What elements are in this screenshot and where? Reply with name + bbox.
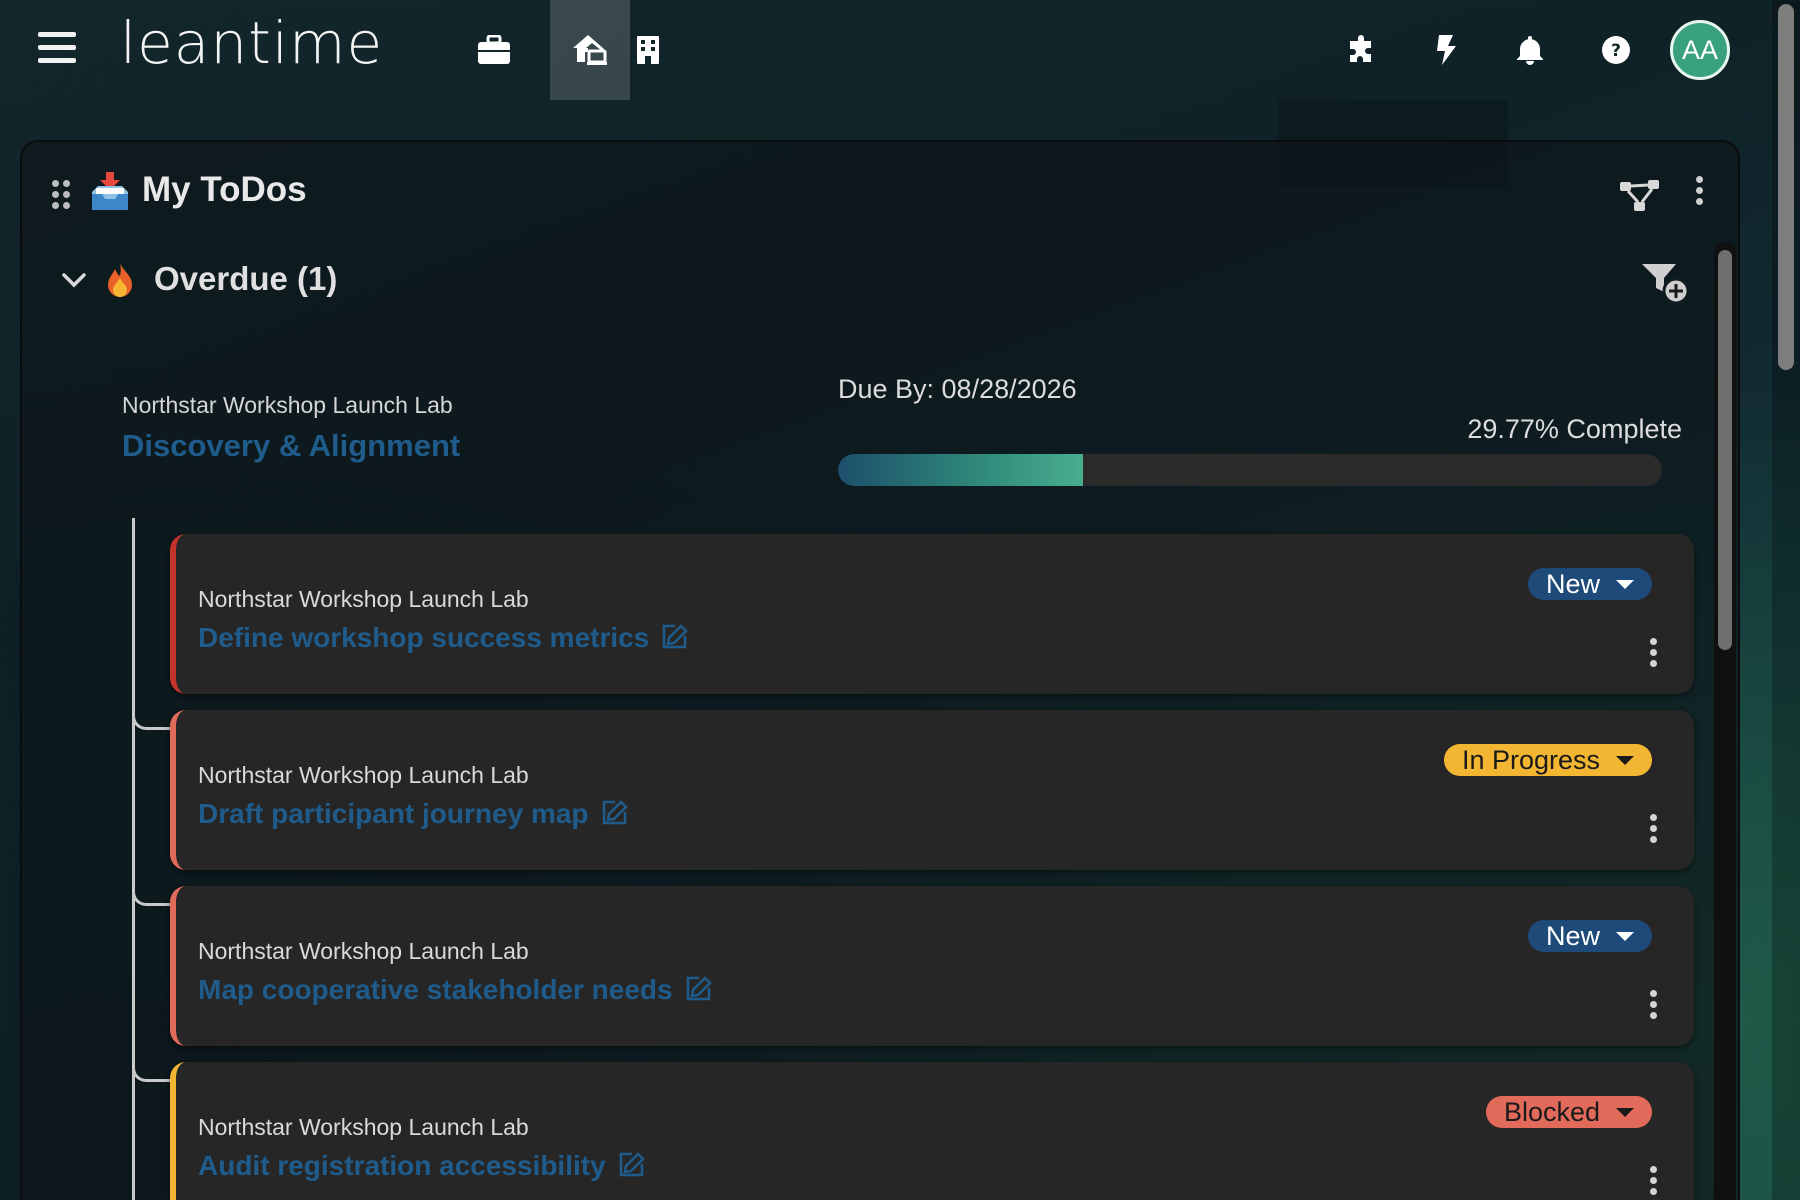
caret-down-icon[interactable]: [1616, 756, 1634, 765]
task-more-options-icon[interactable]: [1646, 990, 1660, 1024]
task-card[interactable]: Northstar Workshop Launch Lab Map cooper…: [170, 886, 1694, 1046]
task-title-link[interactable]: Audit registration accessibility: [198, 1150, 646, 1182]
page-scrollbar[interactable]: [1772, 0, 1800, 1200]
task-title-text[interactable]: Define workshop success metrics: [198, 622, 649, 653]
inbox-download-icon: [92, 172, 128, 210]
drag-handle-icon[interactable]: [52, 180, 74, 210]
widget-scrollbar-thumb[interactable]: [1718, 250, 1732, 650]
hamburger-menu-icon[interactable]: [38, 32, 76, 66]
task-project-name: Northstar Workshop Launch Lab: [198, 938, 529, 964]
svg-text:?: ?: [1611, 41, 1621, 61]
edit-icon[interactable]: [685, 974, 713, 1002]
status-label[interactable]: New: [1546, 921, 1600, 951]
group-title[interactable]: Overdue (1): [154, 260, 337, 298]
task-title-link[interactable]: Define workshop success metrics: [198, 622, 689, 654]
task-title-link[interactable]: Map cooperative stakeholder needs: [198, 974, 713, 1006]
milestone-project-name: Northstar Workshop Launch Lab: [122, 392, 453, 418]
task-card[interactable]: Northstar Workshop Launch Lab Define wor…: [170, 534, 1694, 694]
status-dropdown[interactable]: New: [1527, 568, 1652, 600]
caret-down-icon[interactable]: [1616, 580, 1634, 589]
edit-icon[interactable]: [601, 798, 629, 826]
milestone-progress-bar: [838, 454, 1662, 486]
edit-icon[interactable]: [661, 622, 689, 650]
status-dropdown[interactable]: In Progress: [1443, 744, 1652, 776]
milestone-due-date: Due By: 08/28/2026: [838, 374, 1077, 404]
fire-icon: [108, 263, 132, 297]
page-scrollbar-thumb[interactable]: [1778, 4, 1794, 370]
group-by-hierarchy-icon[interactable]: [1618, 178, 1662, 214]
chevron-down-icon[interactable]: [60, 266, 88, 294]
top-navigation-bar: leantime ? AA: [0, 0, 1800, 100]
tree-connector-branch: [132, 1060, 172, 1082]
leantime-logo[interactable]: leantime: [120, 8, 383, 78]
caret-down-icon[interactable]: [1616, 932, 1634, 941]
status-dropdown[interactable]: Blocked: [1485, 1096, 1652, 1128]
add-filter-icon[interactable]: [1640, 260, 1690, 308]
status-label[interactable]: In Progress: [1462, 745, 1600, 775]
task-title-text[interactable]: Map cooperative stakeholder needs: [198, 974, 673, 1005]
task-title-text[interactable]: Audit registration accessibility: [198, 1150, 606, 1181]
task-title-link[interactable]: Draft participant journey map: [198, 798, 629, 830]
edit-icon[interactable]: [618, 1150, 646, 1178]
task-title-text[interactable]: Draft participant journey map: [198, 798, 589, 829]
help-icon[interactable]: ?: [1588, 22, 1644, 78]
milestone-percent-complete: 29.77% Complete: [1467, 414, 1682, 444]
task-project-name: Northstar Workshop Launch Lab: [198, 762, 529, 788]
widget-scrollbar[interactable]: [1714, 242, 1736, 1200]
bolt-icon[interactable]: [1418, 22, 1474, 78]
bell-icon[interactable]: [1502, 22, 1558, 78]
tree-connector-branch: [132, 884, 172, 906]
tree-connector-line: [132, 518, 135, 1200]
task-more-options-icon[interactable]: [1646, 814, 1660, 848]
milestone-title-link[interactable]: Discovery & Alignment: [122, 428, 460, 464]
widget-title: My ToDos: [142, 170, 307, 209]
company-building-icon[interactable]: [608, 0, 688, 100]
puzzle-icon[interactable]: [1334, 22, 1390, 78]
task-project-name: Northstar Workshop Launch Lab: [198, 1114, 529, 1140]
widget-more-options-icon[interactable]: [1690, 176, 1708, 212]
task-card[interactable]: Northstar Workshop Launch Lab Audit regi…: [170, 1062, 1694, 1200]
my-todos-widget: My ToDos Overdue (1) Northstar Workshop …: [20, 140, 1740, 1200]
task-card[interactable]: Northstar Workshop Launch Lab Draft part…: [170, 710, 1694, 870]
status-label[interactable]: Blocked: [1504, 1097, 1600, 1127]
task-more-options-icon[interactable]: [1646, 1166, 1660, 1200]
user-avatar[interactable]: AA: [1670, 20, 1730, 80]
tree-connector-branch: [132, 708, 172, 730]
task-more-options-icon[interactable]: [1646, 638, 1660, 672]
overdue-group-header: Overdue (1): [42, 252, 1702, 312]
status-label[interactable]: New: [1546, 569, 1600, 599]
task-project-name: Northstar Workshop Launch Lab: [198, 586, 529, 612]
projects-briefcase-icon[interactable]: [454, 0, 534, 100]
caret-down-icon[interactable]: [1616, 1108, 1634, 1117]
status-dropdown[interactable]: New: [1527, 920, 1652, 952]
milestone-progress-fill: [838, 454, 1084, 486]
